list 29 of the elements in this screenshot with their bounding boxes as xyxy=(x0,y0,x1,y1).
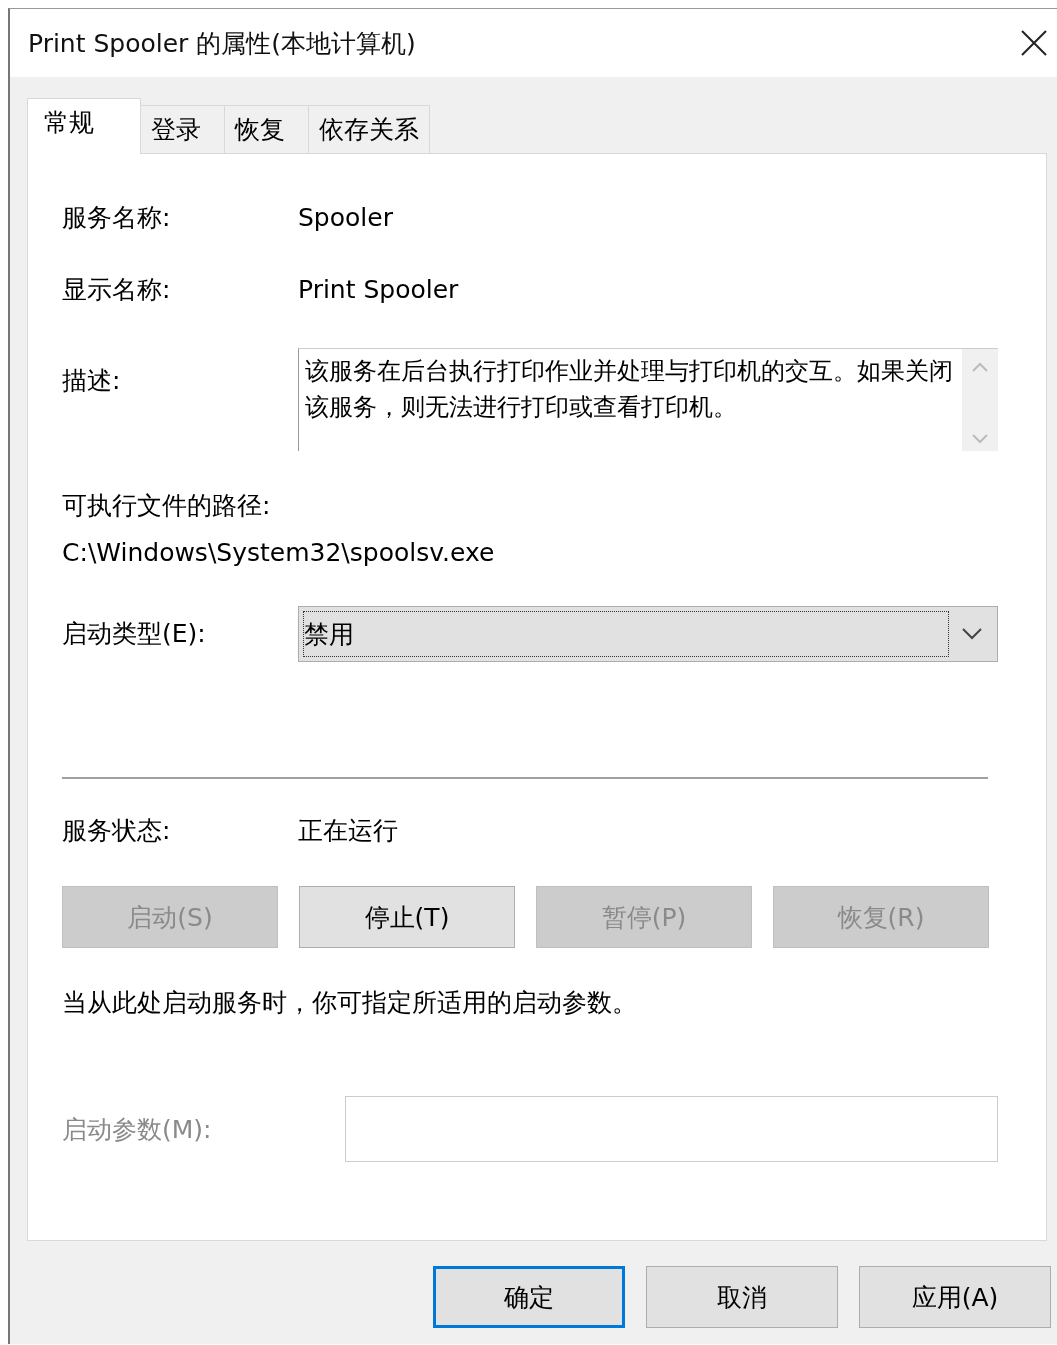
tab[interactable]: 依存关系 xyxy=(309,105,430,153)
dialog-button[interactable]: 确定 xyxy=(433,1266,625,1328)
status-value: 正在运行 xyxy=(298,816,398,846)
startup-type-dropdown[interactable]: 禁用 xyxy=(298,606,998,662)
chevron-down-icon[interactable] xyxy=(961,627,983,641)
field-label: 描述: xyxy=(62,366,122,396)
field-label: 启动参数(M): xyxy=(62,1113,213,1146)
scroll-up-icon[interactable] xyxy=(971,361,989,373)
dialog-button[interactable]: 取消 xyxy=(646,1266,838,1328)
description-text: 该服务在后台执行打印作业并处理与打印机的交互。如果关闭该服务，则无法进行打印或查看打印机。 xyxy=(304,356,954,423)
field-value: Print Spooler xyxy=(298,275,459,305)
close-icon[interactable] xyxy=(1021,30,1047,56)
tab[interactable]: 恢复 xyxy=(225,105,309,153)
window-title: Print Spooler 的属性(本地计算机) xyxy=(28,27,416,60)
tab[interactable]: 常规 xyxy=(27,98,141,154)
service-button[interactable]: 停止(T) xyxy=(299,886,515,948)
field-label: 启动类型(E): xyxy=(62,619,207,649)
description-box[interactable]: 该服务在后台执行打印作业并处理与打印机的交互。如果关闭该服务，则无法进行打印或查看打印机。 xyxy=(298,348,998,451)
field-label: 服务名称: xyxy=(62,203,172,233)
dialog-button[interactable]: 应用(A) xyxy=(859,1266,1051,1328)
field-label: 显示名称: xyxy=(62,275,172,305)
hint-text: 当从此处启动服务时，你可指定所适用的启动参数。 xyxy=(62,988,637,1018)
tab[interactable]: 登录 xyxy=(141,105,225,153)
scroll-bar[interactable] xyxy=(962,349,998,451)
field-value: Spooler xyxy=(298,203,393,233)
field-label: 服务状态: xyxy=(62,816,172,846)
field-label: 可执行文件的路径: xyxy=(62,491,272,521)
scroll-down-icon[interactable] xyxy=(971,433,989,445)
path-text: C:\Windows\System32\spoolsv.exe xyxy=(62,538,495,568)
